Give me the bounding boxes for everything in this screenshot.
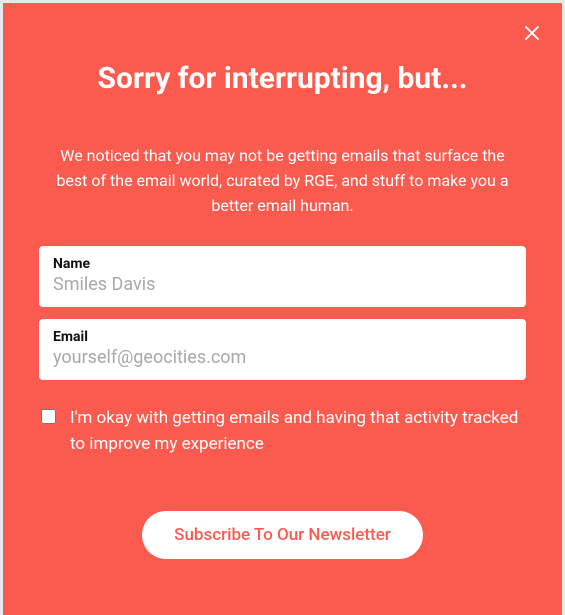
email-input[interactable]	[53, 347, 512, 368]
email-label: Email	[53, 329, 512, 345]
newsletter-modal: Sorry for interrupting, but... We notice…	[3, 3, 562, 615]
close-button[interactable]	[520, 21, 544, 45]
consent-row: I'm okay with getting emails and having …	[39, 406, 526, 457]
subscribe-button[interactable]: Subscribe To Our Newsletter	[142, 511, 423, 559]
consent-checkbox[interactable]	[41, 409, 56, 424]
close-icon	[523, 24, 541, 42]
email-input-group: Email	[39, 319, 526, 380]
modal-description: We noticed that you may not be getting e…	[39, 144, 526, 218]
name-input-group: Name	[39, 246, 526, 307]
modal-title: Sorry for interrupting, but...	[39, 61, 526, 96]
consent-label[interactable]: I'm okay with getting emails and having …	[70, 406, 524, 457]
name-input[interactable]	[53, 274, 512, 295]
name-label: Name	[53, 256, 512, 272]
